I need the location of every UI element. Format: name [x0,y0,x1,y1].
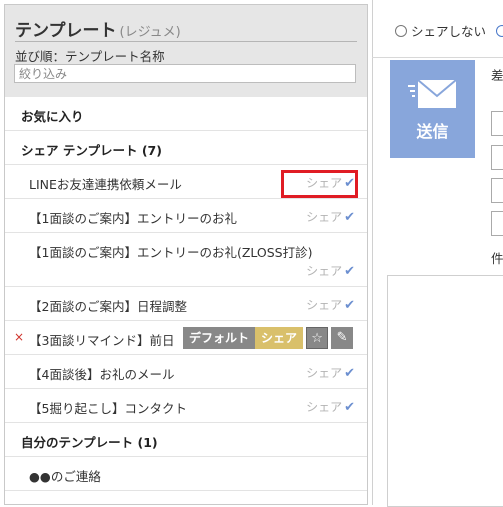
share-status-label: シェア [306,298,343,312]
check-icon: ✔ [344,264,355,279]
template-item[interactable]: 【2面談のご案内】日程調整 シェア ✔ [5,287,367,321]
star-icon[interactable]: ☆ [306,327,329,349]
section-mine[interactable]: 自分のテンプレート (1) [5,423,367,457]
panel-title: テンプレート (レジュメ) [15,16,357,42]
share-status-label: シェア [306,210,343,224]
template-list: お気に入り シェア テンプレート (7) LINEお友達連携依頼メール シェア ✔… [5,97,367,491]
recipient-label: 差 [491,68,503,83]
envelope-icon [408,79,457,108]
panel-title-text: テンプレート [15,21,117,41]
check-icon: ✔ [344,210,355,225]
share-status[interactable]: シェア ✔ [306,398,355,415]
template-panel: テンプレート(レジュメ) 並び順：テンプレート名称 お気に入り シェア テンプレ… [4,4,368,505]
recipient-field[interactable] [491,211,503,236]
share-option-radio[interactable]: シェアしない [395,21,503,40]
template-item-name: LINEお友達連携依頼メール [29,177,182,192]
template-panel-header: テンプレート (レジュメ) 並び順：テンプレート名称 [5,5,367,97]
template-item-name: 【1面談のご案内】エントリーのお礼 [29,211,237,226]
template-item[interactable]: 【5掘り起こし】コンタクト シェア ✔ [5,389,367,423]
template-item[interactable]: 【4面談後】お礼のメール シェア ✔ [5,355,367,389]
subject-label: 件 [491,251,503,266]
section-mine-label: 自分のテンプレート (1) [21,435,158,450]
template-item[interactable]: 【1面談のご案内】エントリーのお礼(ZLOSS打診) シェア ✔ [5,233,367,287]
share-status-label: シェア [306,264,343,278]
check-icon: ✔ [344,366,355,381]
share-status-label: シェア [306,400,343,414]
template-item-name: ●●のご連絡 [29,469,101,484]
highlight-annotation [281,170,358,198]
share-button[interactable]: シェア [255,327,304,349]
share-status-label: シェア [306,366,343,380]
check-icon: ✔ [344,400,355,415]
section-shared-label: シェア テンプレート (7) [21,143,162,158]
template-item-name: 【4面談後】お礼のメール [29,367,175,382]
template-item-name: 【3面談リマインド】前日 [29,333,175,348]
share-option-label: シェアしない [411,24,487,39]
share-status[interactable]: シェア ✔ [306,296,355,313]
sort-order-label[interactable]: 並び順：テンプレート名称 [15,46,165,65]
panel-divider [372,0,373,505]
section-favorites[interactable]: お気に入り [5,97,367,131]
template-item-name: 【5掘り起こし】コンタクト [29,401,187,416]
section-shared[interactable]: シェア テンプレート (7) [5,131,367,165]
send-button-label: 送信 [416,122,449,141]
share-status[interactable]: シェア ✔ [306,262,355,279]
recipient-field[interactable] [491,178,503,203]
hover-actions: デフォルト シェア ☆ ✎ [183,327,354,349]
edit-icon[interactable]: ✎ [331,327,354,349]
template-item-hovered[interactable]: × 【3面談リマインド】前日 デフォルト シェア ☆ ✎ [5,321,367,355]
template-item[interactable]: ●●のご連絡 [5,457,367,491]
radio-icon[interactable] [395,25,407,37]
template-item-name: 【1面談のご案内】エントリーのお礼(ZLOSS打診) [29,245,313,260]
filter-input[interactable] [14,64,356,83]
recipient-field[interactable] [491,111,503,136]
template-item-name: 【2面談のご案内】日程調整 [29,299,187,314]
section-favorites-label: お気に入り [21,109,84,124]
recipient-field[interactable] [491,145,503,170]
set-default-button[interactable]: デフォルト [183,327,256,349]
share-status[interactable]: シェア ✔ [306,364,355,381]
share-status[interactable]: シェア ✔ [306,208,355,225]
compose-panel: シェアしない 送信 差 件 [372,0,503,507]
send-button[interactable]: 送信 [390,60,475,158]
remove-icon[interactable]: × [14,330,24,344]
radio-icon[interactable] [496,25,503,37]
panel-title-sub: (レジュメ) [119,25,181,40]
check-icon: ✔ [344,298,355,313]
message-body-editor[interactable] [387,275,503,507]
template-item[interactable]: 【1面談のご案内】エントリーのお礼 シェア ✔ [5,199,367,233]
share-option-bar: シェアしない [372,0,503,58]
